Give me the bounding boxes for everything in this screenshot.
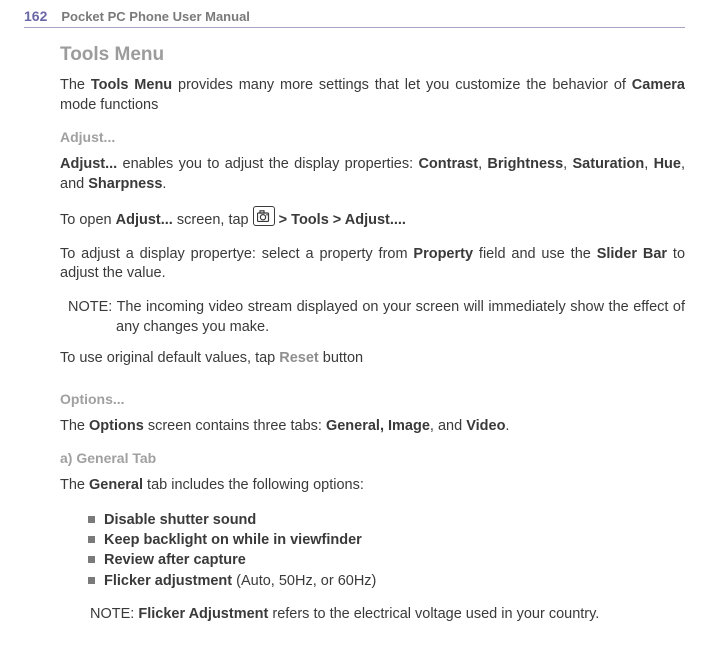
list-item: Flicker adjustment (Auto, 50Hz, or 60Hz) <box>104 571 685 591</box>
list-item-bold: Disable shutter sound <box>104 512 256 528</box>
heading-general-tab: a) General Tab <box>60 450 685 466</box>
list-item: Keep backlight on while in viewfinder <box>104 530 685 550</box>
text: screen contains three tabs: <box>144 418 326 434</box>
term-hue: Hue <box>654 156 681 172</box>
general-options-list: Disable shutter sound Keep backlight on … <box>60 510 685 591</box>
adjust-usage-instruction: To adjust a display propertye: select a … <box>60 245 685 284</box>
list-item-bold: Keep backlight on while in viewfinder <box>104 532 362 548</box>
note-label: NOTE: <box>90 606 138 622</box>
text: To use original default values, tap <box>60 350 279 366</box>
term-general: General <box>89 477 143 493</box>
camera-icon <box>253 206 275 226</box>
page-number: 162 <box>24 8 47 24</box>
term-property-field: Property <box>413 246 473 262</box>
text: field and use the <box>473 246 597 262</box>
text: To adjust a display propertye: select a … <box>60 246 413 262</box>
text: To open <box>60 212 116 228</box>
text: The <box>60 77 91 93</box>
text: . <box>162 176 166 192</box>
term-slider-bar: Slider Bar <box>597 246 667 262</box>
text: , and <box>430 418 466 434</box>
list-item-bold: Flicker adjustment <box>104 573 232 589</box>
text: tab includes the following options: <box>143 477 364 493</box>
text: screen, tap <box>173 212 253 228</box>
term-saturation: Saturation <box>573 156 645 172</box>
term-adjust: Adjust... <box>60 156 117 172</box>
text: The <box>60 418 89 434</box>
adjust-properties-description: Adjust... enables you to adjust the disp… <box>60 155 685 194</box>
heading-adjust: Adjust... <box>60 129 685 145</box>
term-options: Options <box>89 418 144 434</box>
list-item: Disable shutter sound <box>104 510 685 530</box>
adjust-note: NOTE: The incoming video stream displaye… <box>60 298 685 337</box>
tools-menu-description: The Tools Menu provides many more settin… <box>60 76 685 115</box>
text: , <box>563 156 572 172</box>
page-header: 162 Pocket PC Phone User Manual <box>24 8 685 28</box>
note-text: refers to the electrical voltage used in… <box>268 606 599 622</box>
text: The <box>60 477 89 493</box>
term-video: Video <box>466 418 505 434</box>
term-flicker-adjustment: Flicker Adjustment <box>138 606 268 622</box>
term-sharpness: Sharpness <box>88 176 162 192</box>
note-text: The incoming video stream displayed on y… <box>116 299 685 335</box>
note-label: NOTE: <box>68 299 117 315</box>
term-camera: Camera <box>632 77 685 93</box>
text: mode functions <box>60 97 158 113</box>
flicker-note: NOTE: Flicker Adjustment refers to the e… <box>60 605 685 625</box>
term-adjust: Adjust... <box>116 212 173 228</box>
text: . <box>505 418 509 434</box>
term-contrast: Contrast <box>418 156 478 172</box>
list-item: Review after capture <box>104 550 685 570</box>
menu-path: > Tools > Adjust.... <box>275 212 406 228</box>
general-tab-intro: The General tab includes the following o… <box>60 476 685 496</box>
reset-button-label: Reset <box>279 350 319 366</box>
term-general-image: General, Image <box>326 418 430 434</box>
adjust-reset-instruction: To use original default values, tap Rese… <box>60 349 685 369</box>
heading-options: Options... <box>60 391 685 407</box>
term-brightness: Brightness <box>487 156 563 172</box>
term-tools-menu: Tools Menu <box>91 77 172 93</box>
text: button <box>319 350 363 366</box>
list-item-bold: Review after capture <box>104 552 246 568</box>
heading-tools-menu: Tools Menu <box>60 44 685 66</box>
text: provides many more settings that let you… <box>172 77 632 93</box>
text: , <box>644 156 653 172</box>
options-tabs-description: The Options screen contains three tabs: … <box>60 417 685 437</box>
list-item-rest: (Auto, 50Hz, or 60Hz) <box>232 573 376 589</box>
adjust-open-instruction: To open Adjust... screen, tap > Tools > … <box>60 208 685 231</box>
text: enables you to adjust the display proper… <box>117 156 418 172</box>
manual-title: Pocket PC Phone User Manual <box>61 9 250 24</box>
